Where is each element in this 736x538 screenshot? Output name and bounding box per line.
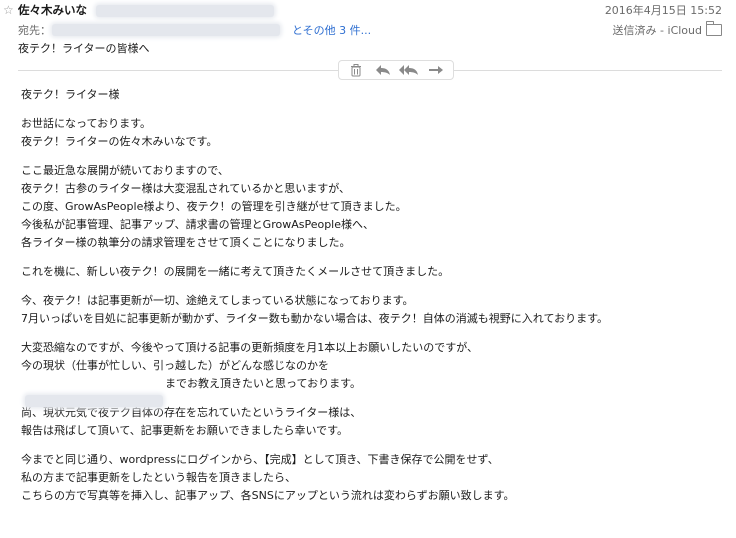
greeting: 夜テク！ライター様 (21, 88, 120, 101)
body-line: ここ最近急な展開が続いておりますので、 (21, 163, 229, 177)
forward-icon[interactable] (426, 62, 446, 78)
body-line-text: までお教え頂きたいと思っております。 (165, 377, 362, 391)
body-line: これを機に、新しい夜テク！の展開を一緒に考えて頂きたくメールさせて頂きました。 (21, 265, 450, 279)
mailbox-status: 送信済み - iCloud (612, 24, 702, 37)
folder-icon[interactable] (706, 21, 722, 36)
redacted-sender-address (96, 5, 274, 17)
body-line: 夜テク！ライターの佐々木みいなです。 (21, 134, 218, 148)
message-body: 夜テク！ライター様 お世話になっております。 夜テク！ライターの佐々木みいなです… (21, 86, 721, 505)
message-toolbar (338, 60, 454, 80)
body-line: 私の方まで記事更新をしたという報告を頂きましたら、 (21, 470, 296, 484)
body-line: 今後私が記事管理、記事アップ、請求書の管理とGrowAsPeople様へ、 (21, 218, 375, 232)
message-header: ☆ 佐々木みいな 2016年4月15日 15:52 宛先： とその他 3 件..… (0, 0, 736, 62)
body-line: 各ライター様の執筆分の請求管理をさせて頂くことになりました。 (21, 236, 351, 250)
message-subject: 夜テク！ライターの皆様へ (18, 42, 150, 55)
star-icon[interactable]: ☆ (3, 3, 14, 17)
to-label: 宛先： (18, 24, 51, 37)
body-line: お世話になっております。 (21, 116, 152, 130)
body-line: までお教え頂きたいと思っております。 (21, 375, 721, 393)
trash-icon[interactable] (346, 62, 366, 78)
reply-icon[interactable] (373, 62, 393, 78)
body-line: 夜テク！古参のライター様は大変混乱されているかと思いますが、 (21, 181, 351, 195)
message-date: 2016年4月15日 15:52 (604, 4, 722, 17)
body-line: 今の現状（仕事が忙しい、引っ越した）がどんな感じなのかを (21, 358, 329, 372)
redacted-email-link (25, 395, 163, 407)
redacted-recipients (52, 24, 280, 36)
body-line: 報告は飛ばして頂いて、記事更新をお願いできましたら幸いです。 (21, 424, 349, 438)
body-line: 今までと同じ通り、wordpressにログインから、【完成】として頂き、下書き保… (21, 452, 499, 466)
body-line: 7月いっぱいを目処に記事更新が動かず、ライター数も動かない場合は、夜テク！自体の… (21, 312, 609, 326)
body-line: こちらの方で写真等を挿入し、記事アップ、各SNSにアップという流れは変わらずお願… (21, 489, 515, 503)
body-line: 大変恐縮なのですが、今後やって頂ける記事の更新頻度を月1本以上お願いしたいのです… (21, 340, 479, 354)
reply-all-icon[interactable] (399, 62, 419, 78)
other-recipients-link[interactable]: とその他 3 件... (292, 23, 371, 38)
sender-name[interactable]: 佐々木みいな (18, 3, 87, 18)
body-line: この度、GrowAsPeople様より、夜テク！の管理を引き継がせて頂きました。 (21, 200, 407, 214)
body-line: 今、夜テク！は記事更新が一切、途絶えてしまっている状態になっております。 (21, 293, 414, 307)
